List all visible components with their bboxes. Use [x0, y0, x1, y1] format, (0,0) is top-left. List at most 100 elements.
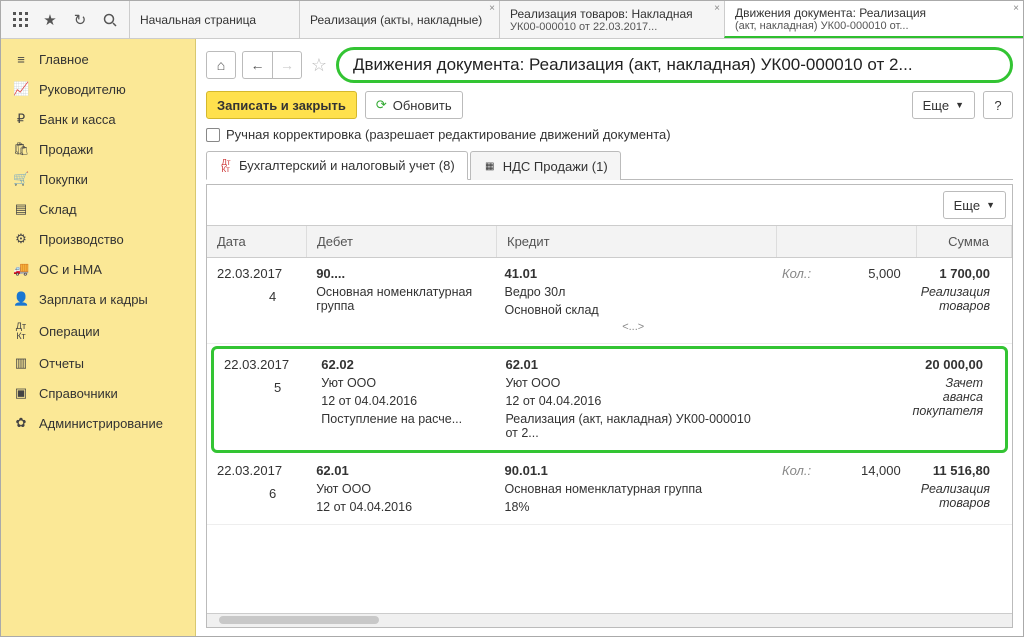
sidebar-label: ОС и НМА [39, 262, 102, 277]
entries-table: Еще ▼ Дата Дебет Кредит Сумма 22.03.20174… [206, 184, 1013, 628]
tab-realization-list[interactable]: Реализация (акты, накладные) × [299, 1, 499, 38]
sidebar-label: Операции [39, 324, 100, 339]
sidebar-label: Администрирование [39, 416, 163, 431]
checkbox-label: Ручная корректировка (разрешает редактир… [226, 127, 671, 142]
close-icon[interactable]: × [714, 3, 720, 14]
report-icon: ▥ [13, 355, 29, 371]
sidebar-item-salary[interactable]: 👤 Зарплата и кадры [1, 284, 195, 314]
dt-kt-icon: ДтКт [219, 159, 233, 173]
stack-icon: ▤ [13, 201, 29, 217]
manual-edit-checkbox-row[interactable]: Ручная корректировка (разрешает редактир… [206, 127, 1013, 142]
top-icon-group: ★ ↻ [1, 1, 129, 38]
sidebar-item-manager[interactable]: 📈 Руководителю [1, 74, 195, 104]
checkbox-icon[interactable] [206, 128, 220, 142]
sidebar-label: Руководителю [39, 82, 126, 97]
more-button[interactable]: Еще ▼ [912, 91, 975, 119]
sidebar-label: Производство [39, 232, 124, 247]
dt-kt-icon: ДтКт [13, 321, 29, 341]
tab-label: Начальная страница [140, 13, 289, 27]
page-title: Движения документа: Реализация (акт, нак… [336, 47, 1013, 83]
button-label: Еще [954, 198, 980, 213]
refresh-icon: ⟳ [376, 97, 387, 113]
chevron-down-icon: ▼ [955, 100, 964, 110]
save-close-button[interactable]: Записать и закрыть [206, 91, 357, 119]
sidebar-label: Справочники [39, 386, 118, 401]
history-icon[interactable]: ↻ [67, 7, 93, 33]
table-row[interactable]: 22.03.2017662.01Уют ООО12 от 04.04.20169… [207, 455, 1012, 525]
refresh-button[interactable]: ⟳Обновить [365, 91, 463, 119]
truck-icon: 🚚 [13, 261, 29, 277]
col-date[interactable]: Дата [207, 226, 307, 257]
col-sum[interactable]: Сумма [917, 226, 1012, 257]
main-content: ⌂ ← → ☆ Движения документа: Реализация (… [196, 39, 1023, 636]
sidebar-item-purchases[interactable]: 🛒 Покупки [1, 164, 195, 194]
tab-realization-doc[interactable]: Реализация товаров: Накладная УК00-00001… [499, 1, 724, 38]
sidebar-label: Банк и касса [39, 112, 116, 127]
back-button[interactable]: ← [242, 51, 272, 79]
sidebar-label: Главное [39, 52, 89, 67]
menu-icon: ≡ [13, 52, 29, 67]
sidebar-label: Отчеты [39, 356, 84, 371]
chevron-down-icon: ▼ [986, 200, 995, 210]
horizontal-scrollbar[interactable] [207, 613, 1012, 627]
button-label: Записать и закрыть [217, 98, 346, 113]
search-icon[interactable] [97, 7, 123, 33]
sidebar-item-main[interactable]: ≡ Главное [1, 45, 195, 74]
bag-icon: 🛍 [13, 141, 29, 157]
sidebar-label: Покупки [39, 172, 88, 187]
forward-button[interactable]: → [272, 51, 302, 79]
scrollbar-thumb[interactable] [219, 616, 379, 624]
tab-sublabel: УК00-000010 от 22.03.2017... [510, 21, 714, 33]
sidebar-item-sales[interactable]: 🛍 Продажи [1, 134, 195, 164]
tab-movements[interactable]: Движения документа: Реализация (акт, нак… [724, 1, 1023, 38]
star-icon[interactable]: ★ [37, 7, 63, 33]
table-row[interactable]: 22.03.2017490....Основная номенклатурная… [207, 258, 1012, 344]
apps-grid-icon[interactable] [7, 7, 33, 33]
tab-label: НДС Продажи (1) [503, 159, 608, 174]
button-label: Еще [923, 98, 949, 113]
tabs-container: Начальная страница Реализация (акты, нак… [129, 1, 1023, 38]
ruble-icon: ₽ [13, 111, 29, 127]
cart-icon: 🛒 [13, 171, 29, 187]
table-body[interactable]: 22.03.2017490....Основная номенклатурная… [207, 258, 1012, 613]
home-button[interactable]: ⌂ [206, 51, 236, 79]
close-icon[interactable]: × [489, 3, 495, 14]
tab-label: Движения документа: Реализация [735, 6, 1013, 20]
sidebar-item-reports[interactable]: ▥ Отчеты [1, 348, 195, 378]
sidebar-item-assets[interactable]: 🚚 ОС и НМА [1, 254, 195, 284]
sidebar-item-warehouse[interactable]: ▤ Склад [1, 194, 195, 224]
title-bar: ⌂ ← → ☆ Движения документа: Реализация (… [206, 47, 1013, 83]
col-qty[interactable] [777, 226, 917, 257]
favorite-star-icon[interactable]: ☆ [308, 55, 330, 76]
help-button[interactable]: ? [983, 91, 1013, 119]
tab-accounting[interactable]: ДтКт Бухгалтерский и налоговый учет (8) [206, 151, 468, 180]
chart-icon: 📈 [13, 81, 29, 97]
sidebar-item-operations[interactable]: ДтКт Операции [1, 314, 195, 348]
person-icon: 👤 [13, 291, 29, 307]
sidebar-label: Продажи [39, 142, 93, 157]
gear-icon: ⚙ [13, 231, 29, 247]
sidebar: ≡ Главное 📈 Руководителю ₽ Банк и касса 🛍 Пр… [1, 39, 196, 636]
sidebar-label: Зарплата и кадры [39, 292, 148, 307]
toolbar: Записать и закрыть ⟳Обновить Еще ▼ ? [206, 91, 1013, 119]
sidebar-item-admin[interactable]: ✿ Администрирование [1, 408, 195, 438]
close-icon[interactable]: × [1013, 3, 1019, 14]
tab-home[interactable]: Начальная страница [129, 1, 299, 38]
tab-sublabel: (акт, накладная) УК00-000010 от... [735, 20, 1013, 32]
sidebar-item-bank[interactable]: ₽ Банк и касса [1, 104, 195, 134]
book-icon: ▣ [13, 385, 29, 401]
table-more-button[interactable]: Еще ▼ [943, 191, 1006, 219]
tab-vat-sales[interactable]: ▦ НДС Продажи (1) [470, 151, 621, 180]
col-debit[interactable]: Дебет [307, 226, 497, 257]
button-label: ? [994, 98, 1001, 113]
table-row[interactable]: 22.03.2017562.02Уют ООО12 от 04.04.2016П… [211, 346, 1008, 453]
register-icon: ▦ [483, 159, 497, 173]
settings-icon: ✿ [13, 415, 29, 431]
tab-label: Реализация товаров: Накладная [510, 7, 714, 21]
sidebar-item-production[interactable]: ⚙ Производство [1, 224, 195, 254]
table-header: Дата Дебет Кредит Сумма [207, 225, 1012, 258]
sidebar-item-directories[interactable]: ▣ Справочники [1, 378, 195, 408]
sidebar-label: Склад [39, 202, 77, 217]
top-tab-bar: ★ ↻ Начальная страница Реализация (акты,… [1, 1, 1023, 39]
col-credit[interactable]: Кредит [497, 226, 777, 257]
